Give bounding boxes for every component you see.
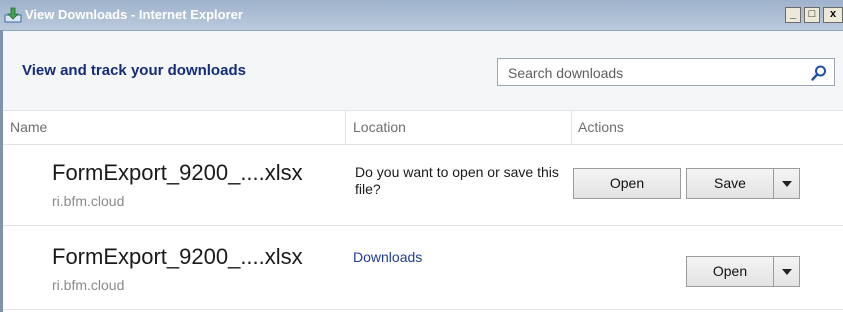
window-title: View Downloads - Internet Explorer bbox=[25, 7, 243, 22]
download-filename: FormExport_9200_....xlsx bbox=[52, 160, 303, 185]
search-icon[interactable] bbox=[810, 64, 828, 82]
dropdown-caret-icon bbox=[782, 181, 792, 187]
divider bbox=[3, 225, 843, 226]
page-title: View and track your downloads bbox=[22, 62, 246, 79]
dropdown-caret-icon bbox=[782, 269, 792, 275]
column-header-location[interactable]: Location bbox=[353, 119, 406, 135]
save-button[interactable]: Save bbox=[686, 168, 774, 199]
download-host: ri.bfm.cloud bbox=[52, 277, 125, 293]
save-options-dropdown[interactable] bbox=[773, 168, 800, 199]
window-titlebar[interactable]: View Downloads - Internet Explorer _ □ x bbox=[0, 0, 843, 31]
close-button[interactable]: x bbox=[823, 7, 843, 23]
downloads-folder-link[interactable]: Downloads bbox=[353, 249, 422, 265]
column-separator bbox=[571, 110, 572, 144]
search-box[interactable] bbox=[497, 58, 835, 86]
ie-download-icon bbox=[4, 7, 22, 23]
column-header-name[interactable]: Name bbox=[10, 119, 47, 135]
divider bbox=[3, 144, 843, 145]
open-button[interactable]: Open bbox=[573, 168, 681, 199]
open-button[interactable]: Open bbox=[686, 256, 774, 287]
column-header-actions: Actions bbox=[578, 119, 624, 135]
download-location-prompt: Do you want to open or save this file? bbox=[355, 164, 559, 197]
maximize-button[interactable]: □ bbox=[804, 7, 820, 23]
divider bbox=[3, 309, 843, 310]
download-host: ri.bfm.cloud bbox=[52, 193, 125, 209]
minimize-button[interactable]: _ bbox=[785, 7, 801, 23]
search-input[interactable] bbox=[506, 62, 800, 84]
column-separator bbox=[345, 110, 346, 144]
open-options-dropdown[interactable] bbox=[773, 256, 800, 287]
download-filename: FormExport_9200_....xlsx bbox=[52, 244, 303, 269]
